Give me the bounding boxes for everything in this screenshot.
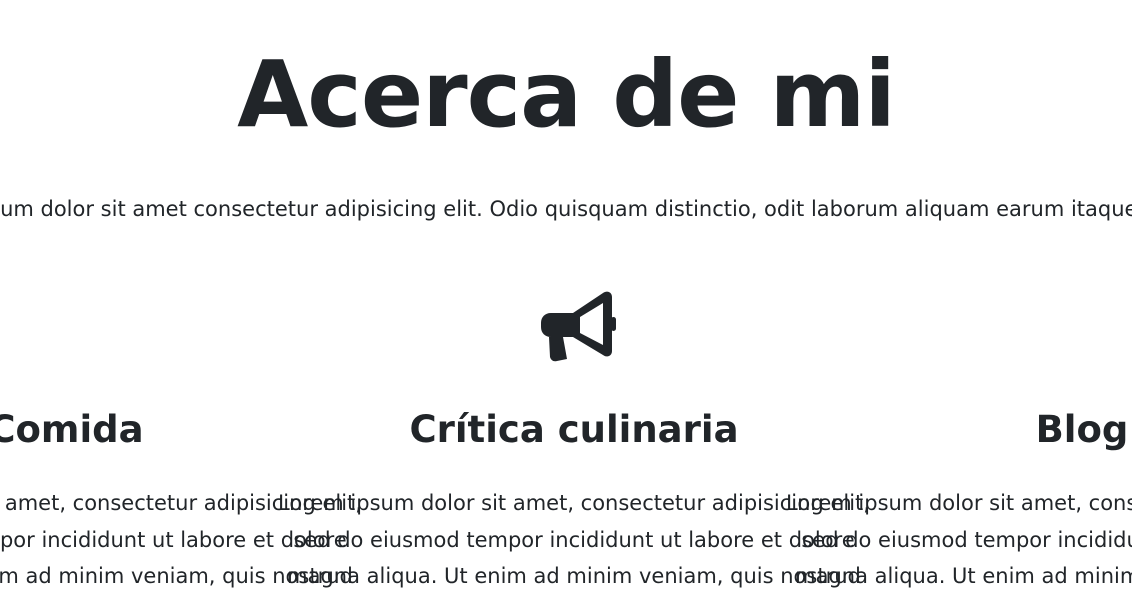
megaphone-icon xyxy=(533,287,617,362)
feature-column-blog: Blog Lorem ipsum dolor sit amet, consect… xyxy=(762,408,1132,593)
feature-line: sed do eiusmod tempor incididunt ut labo… xyxy=(801,527,1132,552)
intro-text: Lorem ipsum dolor sit amet consectetur a… xyxy=(0,197,1132,221)
page-title: Acerca de mi xyxy=(237,41,896,148)
feature-line: Lorem ipsum dolor sit amet, consectetur … xyxy=(786,491,1132,516)
feature-description: Lorem ipsum dolor sit amet, consectetur … xyxy=(762,485,1132,593)
feature-title: Blog xyxy=(1035,408,1129,451)
about-section: Acerca de mi Lorem ipsum dolor sit amet … xyxy=(0,0,1132,593)
feature-line: magna aliqua. Ut enim ad minim veniam, q… xyxy=(795,564,1132,589)
